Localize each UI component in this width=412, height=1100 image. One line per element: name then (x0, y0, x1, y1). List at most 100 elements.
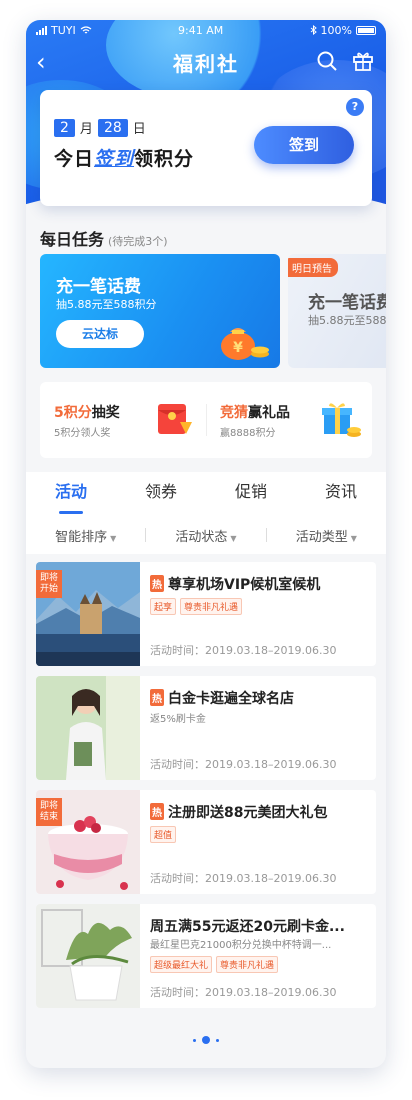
activity-title-text: 白金卡逛遍全球名店 (168, 691, 294, 707)
activity-tag: 尊贵非凡礼遇 (180, 598, 243, 615)
battery-icon (356, 25, 376, 35)
task-title: 充一笔话费 (308, 293, 386, 313)
activity-item[interactable]: 周五满55元返还20元刷卡金... 最红星巴克21000积分兑换中杯特调一...… (36, 904, 376, 1008)
slogan-suffix: 领积分 (134, 148, 195, 170)
back-icon[interactable]: ‹ (36, 48, 64, 76)
activity-subtitle: 返5%刷卡金 (150, 714, 206, 725)
hot-badge: 热 (150, 803, 164, 820)
activity-title: 热尊享机场VIP候机室候机 (150, 574, 370, 594)
red-envelope-icon (158, 404, 192, 434)
month-value: 2 (54, 118, 75, 137)
activity-item[interactable]: 即将开始 热尊享机场VIP候机室候机 起享 尊贵非凡礼遇 活动时间：2019.0… (36, 562, 376, 666)
filter-bar: 智能排序 ▼ 活动状态 ▼ 活动类型 ▼ (26, 516, 386, 554)
clock: 9:41 AM (178, 23, 224, 37)
nav-actions (316, 50, 374, 72)
status-badge: 即将结束 (36, 798, 62, 826)
filter-label: 活动类型 (295, 529, 348, 545)
sign-in-button[interactable]: 签到 (254, 126, 354, 164)
tab-news[interactable]: 资讯 (296, 472, 386, 516)
sign-in-slogan: 今日签到领积分 (54, 144, 194, 171)
caret-down-icon: ▼ (350, 533, 357, 543)
day-unit: 日 (132, 122, 146, 137)
activity-title-text: 尊享机场VIP候机室候机 (168, 577, 321, 593)
activity-thumbnail: 即将结束 (36, 790, 140, 894)
promo-title: 竞猜赢礼品 (220, 402, 290, 422)
task-action-button[interactable]: 云达标 (56, 320, 144, 348)
search-icon[interactable] (316, 50, 338, 72)
activity-tags: 起享 尊贵非凡礼遇 (150, 598, 243, 615)
task-card-current[interactable]: 充一笔话费 抽5.88元至588积分 云达标 ¥ (40, 254, 280, 368)
daily-tasks-heading: 每日任务 (待完成3个) (40, 226, 168, 250)
phone-frame: TUYI 9:41 AM 100% ‹ 福利社 ? 2 月 28 日 今日签到领… (26, 20, 386, 1068)
caret-down-icon: ▼ (230, 533, 237, 543)
tab-promotions[interactable]: 促销 (206, 472, 296, 516)
tasks-title: 每日任务 (40, 230, 105, 249)
activity-tag: 起享 (150, 598, 177, 615)
battery-percent: 100% (320, 23, 352, 37)
activity-item[interactable]: 热白金卡逛遍全球名店 返5%刷卡金 活动时间：2019.03.18–2019.0… (36, 676, 376, 780)
signal-icon (36, 25, 47, 35)
gift-icon[interactable] (352, 50, 374, 72)
tasks-subtitle: (待完成3个) (108, 235, 168, 248)
filter-type[interactable]: 活动类型 ▼ (267, 526, 386, 545)
activity-thumbnail (36, 904, 140, 1008)
gift-box-icon (322, 403, 361, 437)
activity-time: 活动时间：2019.03.18–2019.06.30 (150, 986, 337, 999)
promo-row: 5积分抽奖 5积分领人奖 竞猜赢礼品 赢8888积分 (40, 382, 372, 458)
tab-coupons[interactable]: 领券 (116, 472, 206, 516)
page-dot[interactable] (193, 1038, 196, 1042)
task-card-tomorrow[interactable]: 明日预告 充一笔话费 抽5.88元至588积分 (288, 254, 386, 368)
nav-bar: ‹ 福利社 (26, 42, 386, 82)
battery-group: 100% (310, 24, 376, 37)
money-bag-icon: ¥ (221, 328, 269, 360)
promo-accent: 5积分 (54, 405, 92, 421)
activity-thumbnail: 即将开始 (36, 562, 140, 666)
caret-down-icon: ▼ (110, 533, 117, 543)
activity-time: 活动时间：2019.03.18–2019.06.30 (150, 644, 337, 657)
hot-badge: 热 (150, 689, 164, 706)
sign-in-card: ? 2 月 28 日 今日签到领积分 签到 (40, 90, 372, 206)
category-tabs: 活动 领券 促销 资讯 (26, 472, 386, 516)
promo-title-text: 抽奖 (91, 405, 120, 421)
activity-item[interactable]: 即将结束 热注册即送88元美团大礼包 超值 活动时间：2019.03.18–20… (36, 790, 376, 894)
page-dot-active[interactable] (202, 1036, 210, 1044)
task-title: 充一笔话费 (56, 277, 141, 297)
activity-tag: 尊贵非凡礼遇 (216, 956, 279, 973)
date-display: 2 月 28 日 (54, 118, 146, 137)
tab-activities[interactable]: 活动 (26, 472, 116, 516)
activity-tags: 超值 (150, 826, 177, 843)
promo-sub: 赢8888积分 (220, 428, 276, 439)
promo-sub: 5积分领人奖 (54, 428, 111, 439)
bluetooth-icon (310, 25, 317, 35)
task-desc: 抽5.88元至588积分 (308, 314, 386, 327)
activity-time: 活动时间：2019.03.18–2019.06.30 (150, 872, 337, 885)
activity-title: 热白金卡逛遍全球名店 (150, 688, 370, 708)
lottery-promo[interactable]: 5积分抽奖 5积分领人奖 (40, 382, 206, 458)
carrier-name: TUYI (51, 23, 76, 37)
day-value: 28 (97, 118, 128, 137)
promo-title-text: 赢礼品 (248, 405, 290, 421)
slogan-highlight: 签到 (94, 148, 135, 170)
page-indicator (26, 1036, 386, 1044)
status-bar: TUYI 9:41 AM 100% (26, 20, 386, 40)
filter-label: 活动状态 (175, 529, 228, 545)
activity-title: 热注册即送88元美团大礼包 (150, 802, 370, 822)
hot-badge: 热 (150, 575, 164, 592)
activity-time: 活动时间：2019.03.18–2019.06.30 (150, 758, 337, 771)
month-unit: 月 (79, 122, 93, 137)
svg-text:¥: ¥ (233, 340, 243, 356)
status-badge: 即将开始 (36, 570, 62, 598)
page-dot[interactable] (216, 1038, 219, 1042)
signal-group: TUYI (36, 24, 92, 37)
filter-status[interactable]: 活动状态 ▼ (146, 526, 265, 545)
filter-sort[interactable]: 智能排序 ▼ (26, 526, 145, 545)
help-icon[interactable]: ? (346, 98, 364, 116)
filter-label: 智能排序 (55, 529, 108, 545)
guess-promo[interactable]: 竞猜赢礼品 赢8888积分 (206, 382, 372, 458)
promo-title: 5积分抽奖 (54, 402, 120, 422)
page-title: 福利社 (173, 51, 239, 76)
slogan-prefix: 今日 (54, 148, 95, 170)
tomorrow-ribbon: 明日预告 (288, 258, 338, 277)
activity-tag: 超级最红大礼 (150, 956, 213, 973)
activity-tags: 超级最红大礼 尊贵非凡礼遇 (150, 956, 279, 973)
